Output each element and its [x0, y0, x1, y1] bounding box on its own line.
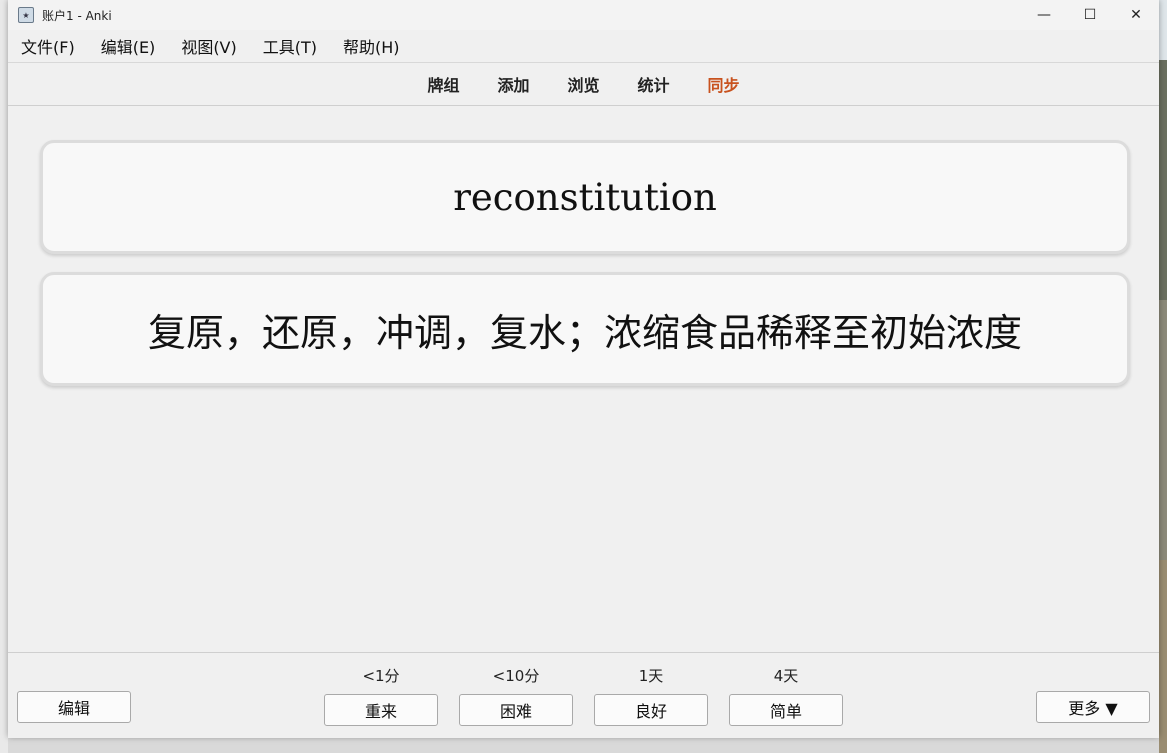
background-desktop-right — [1159, 0, 1167, 753]
good-interval: 1天 — [638, 667, 664, 685]
hard-interval: <10分 — [492, 667, 540, 685]
toolbar-sync[interactable]: 同步 — [708, 72, 740, 96]
toolbar-browse[interactable]: 浏览 — [567, 72, 599, 96]
background-window-left — [0, 0, 8, 753]
easy-interval: 4天 — [773, 667, 799, 685]
menu-bar: 文件(F) 编辑(E) 视图(V) 工具(T) 帮助(H) — [8, 30, 1159, 63]
menu-help[interactable]: 帮助(H) — [334, 34, 409, 58]
toolbar-add[interactable]: 添加 — [497, 72, 529, 96]
window-controls: — ☐ ✕ — [1021, 0, 1159, 30]
anki-icon: ★ — [18, 7, 34, 23]
anki-main-window: ★ 账户1 - Anki — ☐ ✕ 文件(F) 编辑(E) 视图(V) 工具(… — [8, 0, 1159, 738]
maximize-icon: ☐ — [1083, 7, 1097, 23]
background-window-bottom — [8, 737, 1159, 753]
menu-file[interactable]: 文件(F) — [12, 34, 84, 58]
title-bar[interactable]: ★ 账户1 - Anki — ☐ ✕ — [8, 0, 1159, 30]
window-title: 账户1 - Anki — [42, 8, 112, 23]
more-button[interactable]: 更多 ▼ — [1036, 691, 1150, 723]
minimize-button[interactable]: — — [1021, 0, 1067, 30]
menu-view[interactable]: 视图(V) — [172, 34, 245, 58]
hard-button[interactable]: 困难 — [459, 694, 573, 726]
card-front-text: reconstitution — [453, 175, 717, 219]
menu-edit[interactable]: 编辑(E) — [92, 34, 165, 58]
card-back: 复原，还原，冲调，复水；浓缩食品稀释至初始浓度 — [40, 272, 1130, 386]
card-back-text: 复原，还原，冲调，复水；浓缩食品稀释至初始浓度 — [147, 310, 1022, 355]
easy-button[interactable]: 简单 — [729, 694, 843, 726]
minimize-icon: — — [1037, 7, 1051, 23]
again-interval: <1分 — [362, 667, 400, 685]
card-front: reconstitution — [40, 140, 1130, 254]
again-button[interactable]: 重来 — [324, 694, 438, 726]
review-bottom-bar: 编辑 <1分 重来 <10分 困难 1天 良好 4天 简单 更多 ▼ — [8, 652, 1159, 738]
main-toolbar: 牌组 添加 浏览 统计 同步 — [8, 63, 1159, 106]
menu-tools[interactable]: 工具(T) — [254, 34, 326, 58]
maximize-button[interactable]: ☐ — [1067, 0, 1113, 30]
edit-button[interactable]: 编辑 — [17, 691, 131, 723]
good-button[interactable]: 良好 — [594, 694, 708, 726]
close-button[interactable]: ✕ — [1113, 0, 1159, 30]
close-icon: ✕ — [1130, 7, 1142, 23]
toolbar-stats[interactable]: 统计 — [638, 72, 670, 96]
toolbar-decks[interactable]: 牌组 — [427, 72, 459, 96]
